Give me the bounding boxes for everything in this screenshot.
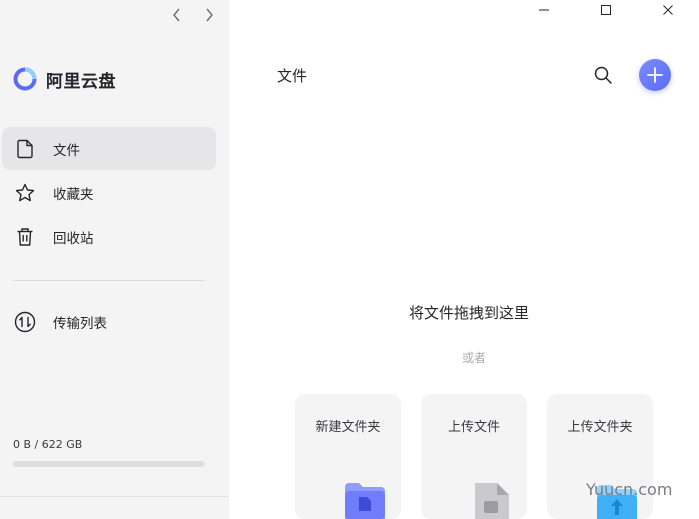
window-controls	[513, 0, 699, 20]
card-label: 上传文件	[447, 420, 500, 435]
star-icon	[14, 182, 36, 204]
maximize-icon	[601, 5, 611, 15]
transfer-icon	[14, 311, 36, 333]
watermark-text: Yuucn.com	[586, 480, 673, 499]
sidebar-item-label: 收藏夹	[53, 186, 94, 203]
new-folder-card[interactable]: 新建文件夹	[295, 394, 401, 519]
minimize-button[interactable]	[513, 0, 575, 20]
chevron-right-icon	[206, 8, 213, 22]
card-label: 新建文件夹	[315, 420, 381, 435]
brand-name: 阿里云盘	[46, 71, 116, 92]
storage-usage-text: 0 B / 622 GB	[13, 438, 83, 451]
or-separator-text: 或者	[462, 351, 487, 365]
upload-file-card[interactable]: 上传文件	[421, 394, 527, 519]
storage-usage-bar	[13, 461, 205, 467]
plus-icon	[647, 67, 663, 83]
search-button[interactable]	[592, 64, 614, 86]
drop-hint-text: 将文件拖拽到这里	[409, 304, 530, 322]
app-window: 阿里云盘 文件 收藏夹 回收站 传输列表 0 B / 622 GB 文件 将文件…	[0, 0, 699, 519]
sidebar-item-label: 文件	[53, 142, 80, 159]
back-button[interactable]	[168, 6, 186, 24]
upload-file-icon	[475, 483, 509, 519]
sidebar-item-transfers[interactable]: 传输列表	[2, 300, 216, 343]
page-title: 文件	[277, 67, 308, 85]
sidebar-item-label: 传输列表	[53, 315, 107, 332]
card-label: 上传文件夹	[567, 420, 633, 435]
file-icon	[14, 138, 36, 160]
chevron-left-icon	[173, 8, 180, 22]
sidebar-item-favorites[interactable]: 收藏夹	[2, 171, 216, 214]
sidebar-bottom-divider	[0, 496, 229, 497]
sidebar: 阿里云盘 文件 收藏夹 回收站 传输列表 0 B / 622 GB	[0, 0, 229, 519]
aliyun-drive-logo-icon	[13, 67, 37, 91]
search-icon	[594, 66, 612, 84]
minimize-icon	[539, 9, 549, 11]
trash-icon	[14, 226, 36, 248]
maximize-button[interactable]	[575, 0, 637, 20]
sidebar-item-files[interactable]: 文件	[2, 127, 216, 170]
history-nav	[168, 6, 218, 24]
upload-folder-card[interactable]: 上传文件夹	[547, 394, 653, 519]
brand: 阿里云盘	[12, 66, 116, 92]
add-button[interactable]	[639, 59, 671, 91]
close-button[interactable]	[637, 0, 699, 20]
forward-button[interactable]	[200, 6, 218, 24]
new-folder-icon	[345, 483, 385, 519]
sidebar-item-trash[interactable]: 回收站	[2, 215, 216, 258]
close-icon	[663, 5, 673, 15]
sidebar-divider	[13, 280, 205, 281]
sidebar-item-label: 回收站	[53, 230, 94, 247]
